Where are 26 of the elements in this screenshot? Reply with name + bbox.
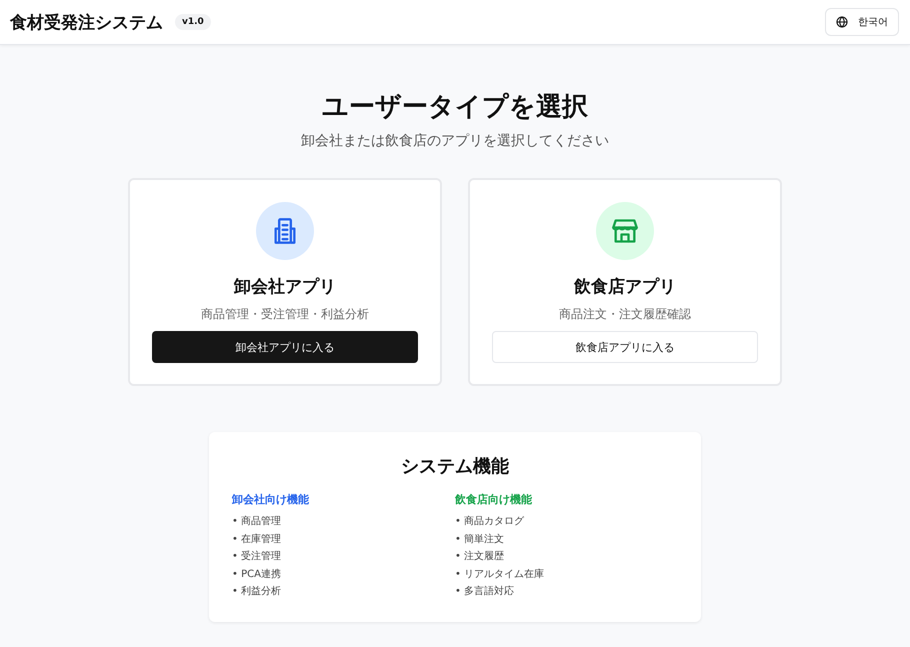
enter-app-button[interactable]: 卸会社アプリに入る [152,331,418,363]
card-title: 飲食店アプリ [574,276,676,298]
feature-group-title: 飲食店向け機能 [455,492,533,507]
feature-item: • リアルタイム在庫 [455,568,546,582]
card-title: 卸会社アプリ [234,276,336,298]
enter-app-button[interactable]: 飲食店アプリに入る [492,331,758,363]
feature-item: • PCA連携 [232,568,282,582]
feature-item: • 受注管理 [232,550,282,564]
feature-group-title: 卸会社向け機能 [232,492,310,507]
feature-item: • 商品管理 [232,514,282,529]
version-badge: v1.0 [175,14,211,30]
globe-icon [836,16,848,28]
feature-item: • 多言語対応 [455,584,516,599]
features-title: システム機能 [400,455,510,478]
feature-item: • 注文履歴 [455,550,506,564]
feature-item: • 商品カタログ [455,514,526,529]
page-heading: ユーザータイプを選択 [322,92,588,122]
language-button[interactable]: 한국어 [825,8,899,36]
store-icon [611,217,639,245]
card-description: 商品注文・注文履歴確認 [559,306,691,323]
feature-item: • 利益分析 [232,584,282,599]
feature-item: • 在庫管理 [232,532,282,546]
card-description: 商品管理・受注管理・利益分析 [201,306,369,323]
feature-item: • 簡単注文 [455,532,506,546]
page-subheading: 卸会社または飲食店のアプリを選択してください [301,132,609,150]
app-title: 食材受発注システム [10,12,163,34]
